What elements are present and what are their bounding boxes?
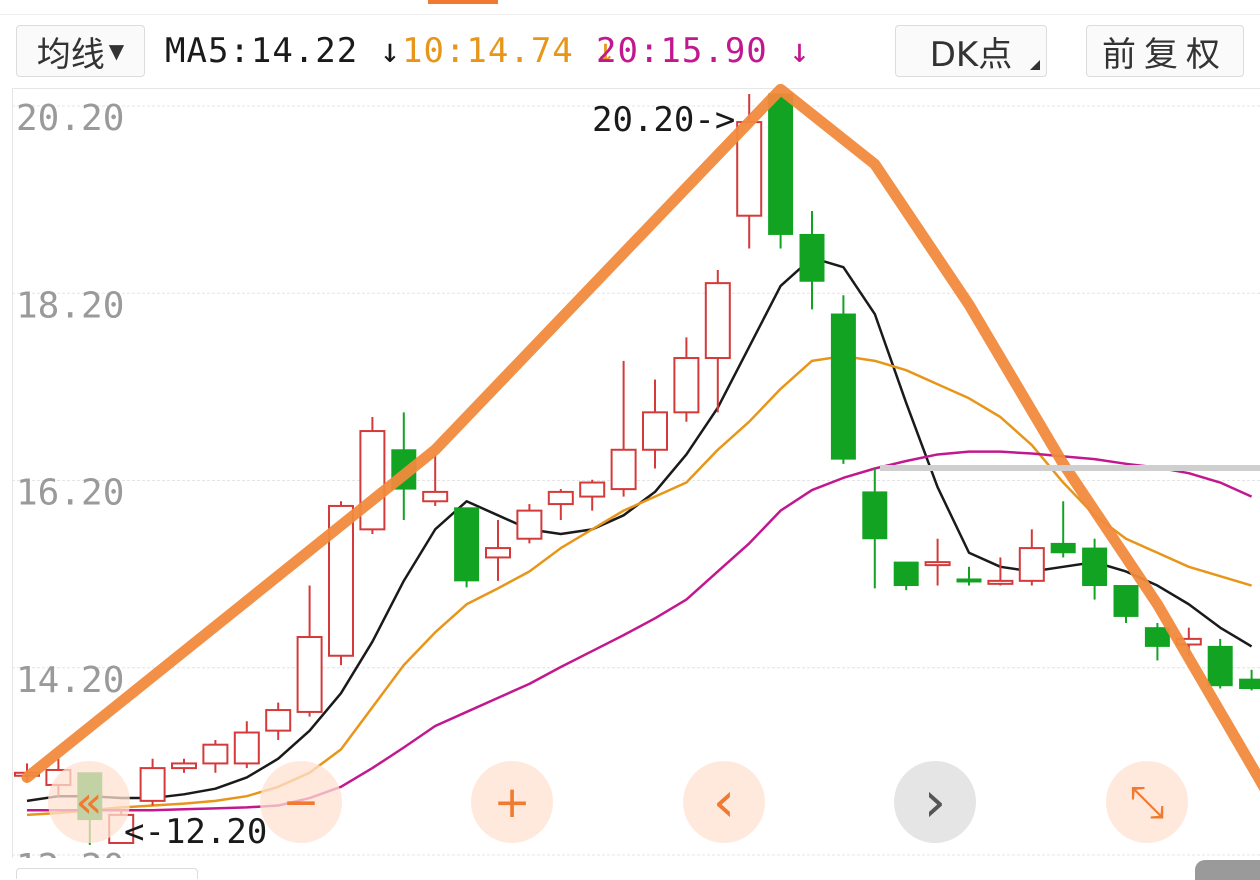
ma10-value: 10:14.74 xyxy=(402,31,574,71)
adjust-label: 前复权 xyxy=(1102,34,1228,75)
dk-label: DK点 xyxy=(929,34,1013,75)
arrow-down-icon: ↓ xyxy=(379,31,402,71)
zoom-out-button[interactable]: − xyxy=(260,761,342,843)
corner-triangle-icon xyxy=(1030,60,1040,70)
scroll-handle[interactable] xyxy=(1195,860,1260,880)
plus-icon: + xyxy=(493,776,531,828)
chevron-left-icon: ‹ xyxy=(712,769,736,835)
chevron-down-icon: ▼ xyxy=(108,39,125,63)
partial-toolbar-button xyxy=(16,868,198,879)
ma10-readout: 10:14.74 ↓ xyxy=(402,29,617,73)
arrow-down-icon: ↓ xyxy=(789,31,811,71)
fullscreen-button[interactable]: ⤡ xyxy=(1106,761,1188,843)
dk-point-dropdown[interactable]: DK点 xyxy=(895,25,1047,77)
adjust-button[interactable]: 前复权 xyxy=(1086,25,1244,77)
chart-area[interactable] xyxy=(12,88,1260,859)
chevron-right-icon: › xyxy=(923,769,947,835)
zoom-in-button[interactable]: + xyxy=(471,761,553,843)
chart-toolbar: 均线 ▼ MA5:14.22 ↓ 10:14.74 ↓ 20:15.90 ↓ D… xyxy=(0,14,1260,87)
previous-button[interactable]: ‹ xyxy=(683,761,765,843)
ma5-value: MA5:14.22 xyxy=(165,31,359,71)
next-button[interactable]: › xyxy=(894,761,976,843)
double-chevron-left-icon: « xyxy=(75,776,103,828)
low-marker: <-12.20 xyxy=(124,812,268,852)
indicator-dropdown[interactable]: 均线 ▼ xyxy=(16,25,145,77)
ma5-readout: MA5:14.22 ↓ xyxy=(165,29,401,73)
expand-icon: ⤡ xyxy=(1129,776,1165,828)
ma20-value: 20:15.90 xyxy=(596,31,768,71)
ma20-readout: 20:15.90 ↓ xyxy=(596,29,811,73)
high-marker: 20.20-> xyxy=(592,100,736,140)
minus-icon: − xyxy=(282,776,320,828)
active-tab-indicator xyxy=(428,0,498,4)
bottom-strip xyxy=(0,858,1260,880)
indicator-label: 均线 xyxy=(36,34,105,75)
jump-start-button[interactable]: « xyxy=(48,761,130,843)
